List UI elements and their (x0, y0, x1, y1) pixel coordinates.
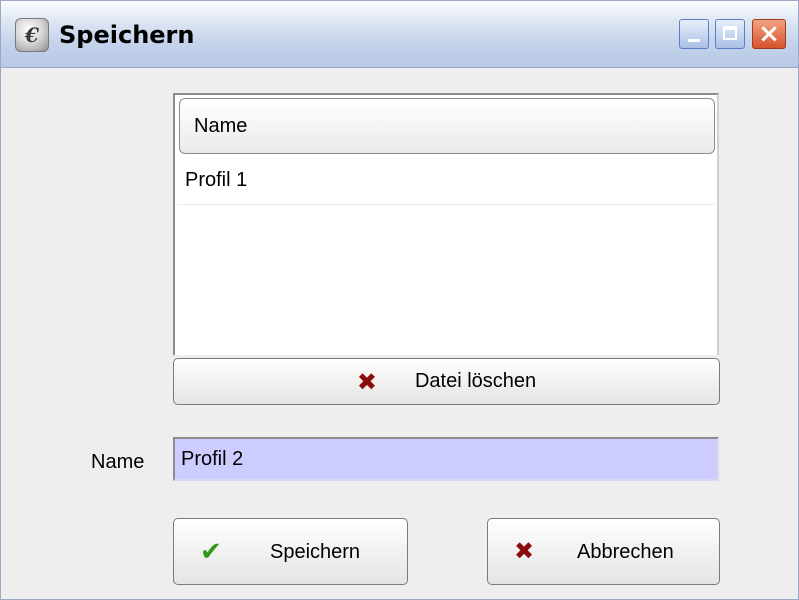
table-row[interactable]: Profil 1 (177, 157, 715, 205)
save-button[interactable]: ✔ Speichern (173, 518, 408, 585)
close-button[interactable]: × (752, 19, 786, 49)
minimize-button[interactable] (679, 19, 709, 49)
window-title: Speichern (59, 21, 195, 49)
cancel-x-icon: ✖ (514, 537, 535, 565)
maximize-button[interactable] (715, 19, 745, 49)
app-logo-icon[interactable]: € (15, 18, 49, 52)
checkmark-icon: ✔ (200, 537, 222, 567)
title-bar[interactable]: € Speichern × (1, 1, 798, 68)
profile-table[interactable]: Name Profil 1 (173, 93, 719, 355)
save-dialog: € Speichern × Name Profil 1 ✖ Datei lösc… (0, 0, 799, 600)
delete-file-label: Datei löschen (414, 370, 537, 392)
delete-file-button[interactable]: ✖ Datei löschen (173, 358, 720, 405)
name-input[interactable] (173, 437, 719, 481)
delete-x-icon: ✖ (356, 367, 377, 396)
name-field-label: Name (91, 451, 145, 473)
save-button-label: Speichern (270, 541, 361, 563)
cancel-button-label: Abbrechen (577, 541, 674, 563)
close-icon: × (758, 19, 780, 49)
cancel-button[interactable]: ✖ Abbrechen (487, 518, 720, 585)
column-header-name[interactable]: Name (179, 98, 715, 154)
